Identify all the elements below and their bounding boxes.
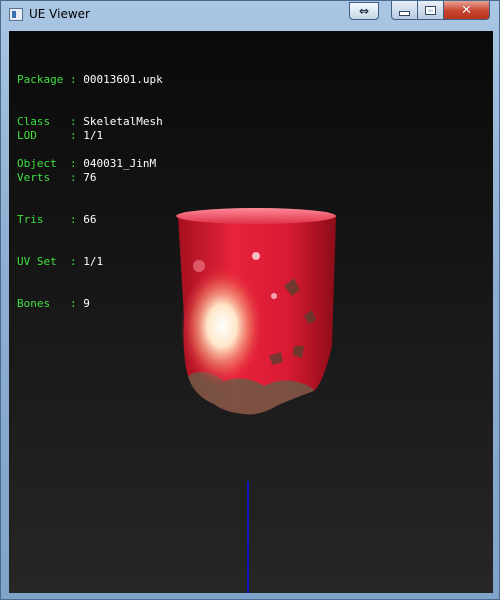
verts-value: 76 <box>83 171 97 184</box>
close-icon: ✕ <box>461 2 472 18</box>
uvset-row: UV Set : 1/1 <box>17 255 104 268</box>
tris-row: Tris : 66 <box>17 213 97 226</box>
minimize-button[interactable] <box>391 1 418 20</box>
package-row: Package : 00013601.upk <box>17 73 163 86</box>
window-title: UE Viewer <box>29 7 90 21</box>
lod-row: LOD : 1/1 <box>17 129 104 142</box>
verts-row: Verts : 76 <box>17 171 97 184</box>
minimize-icon <box>399 11 410 16</box>
axis-line <box>247 481 249 593</box>
app-icon[interactable] <box>9 8 23 21</box>
tris-value: 66 <box>83 213 97 226</box>
swap-button[interactable]: ⇔ <box>349 2 379 20</box>
uvset-value: 1/1 <box>83 255 104 268</box>
app-window: UE Viewer ⇔ ✕ Package : 00013601.upk Cla… <box>0 0 500 600</box>
maximize-button[interactable] <box>418 1 444 20</box>
bones-value: 9 <box>83 297 90 310</box>
swap-arrows-icon: ⇔ <box>358 4 370 18</box>
lod-value: 1/1 <box>83 129 104 142</box>
bones-row: Bones : 9 <box>17 297 90 310</box>
skeletal-mesh-render[interactable] <box>164 206 339 421</box>
mesh-stats: LOD : 1/1 Verts : 76 Tris : 66 UV Set : … <box>17 101 103 339</box>
package-value: 00013601.upk <box>83 73 163 86</box>
close-button[interactable]: ✕ <box>444 1 490 20</box>
3d-viewport[interactable]: Package : 00013601.upk Class : SkeletalM… <box>9 31 493 593</box>
title-bar[interactable]: UE Viewer ⇔ ✕ <box>1 1 499 29</box>
maximize-icon <box>425 5 436 15</box>
